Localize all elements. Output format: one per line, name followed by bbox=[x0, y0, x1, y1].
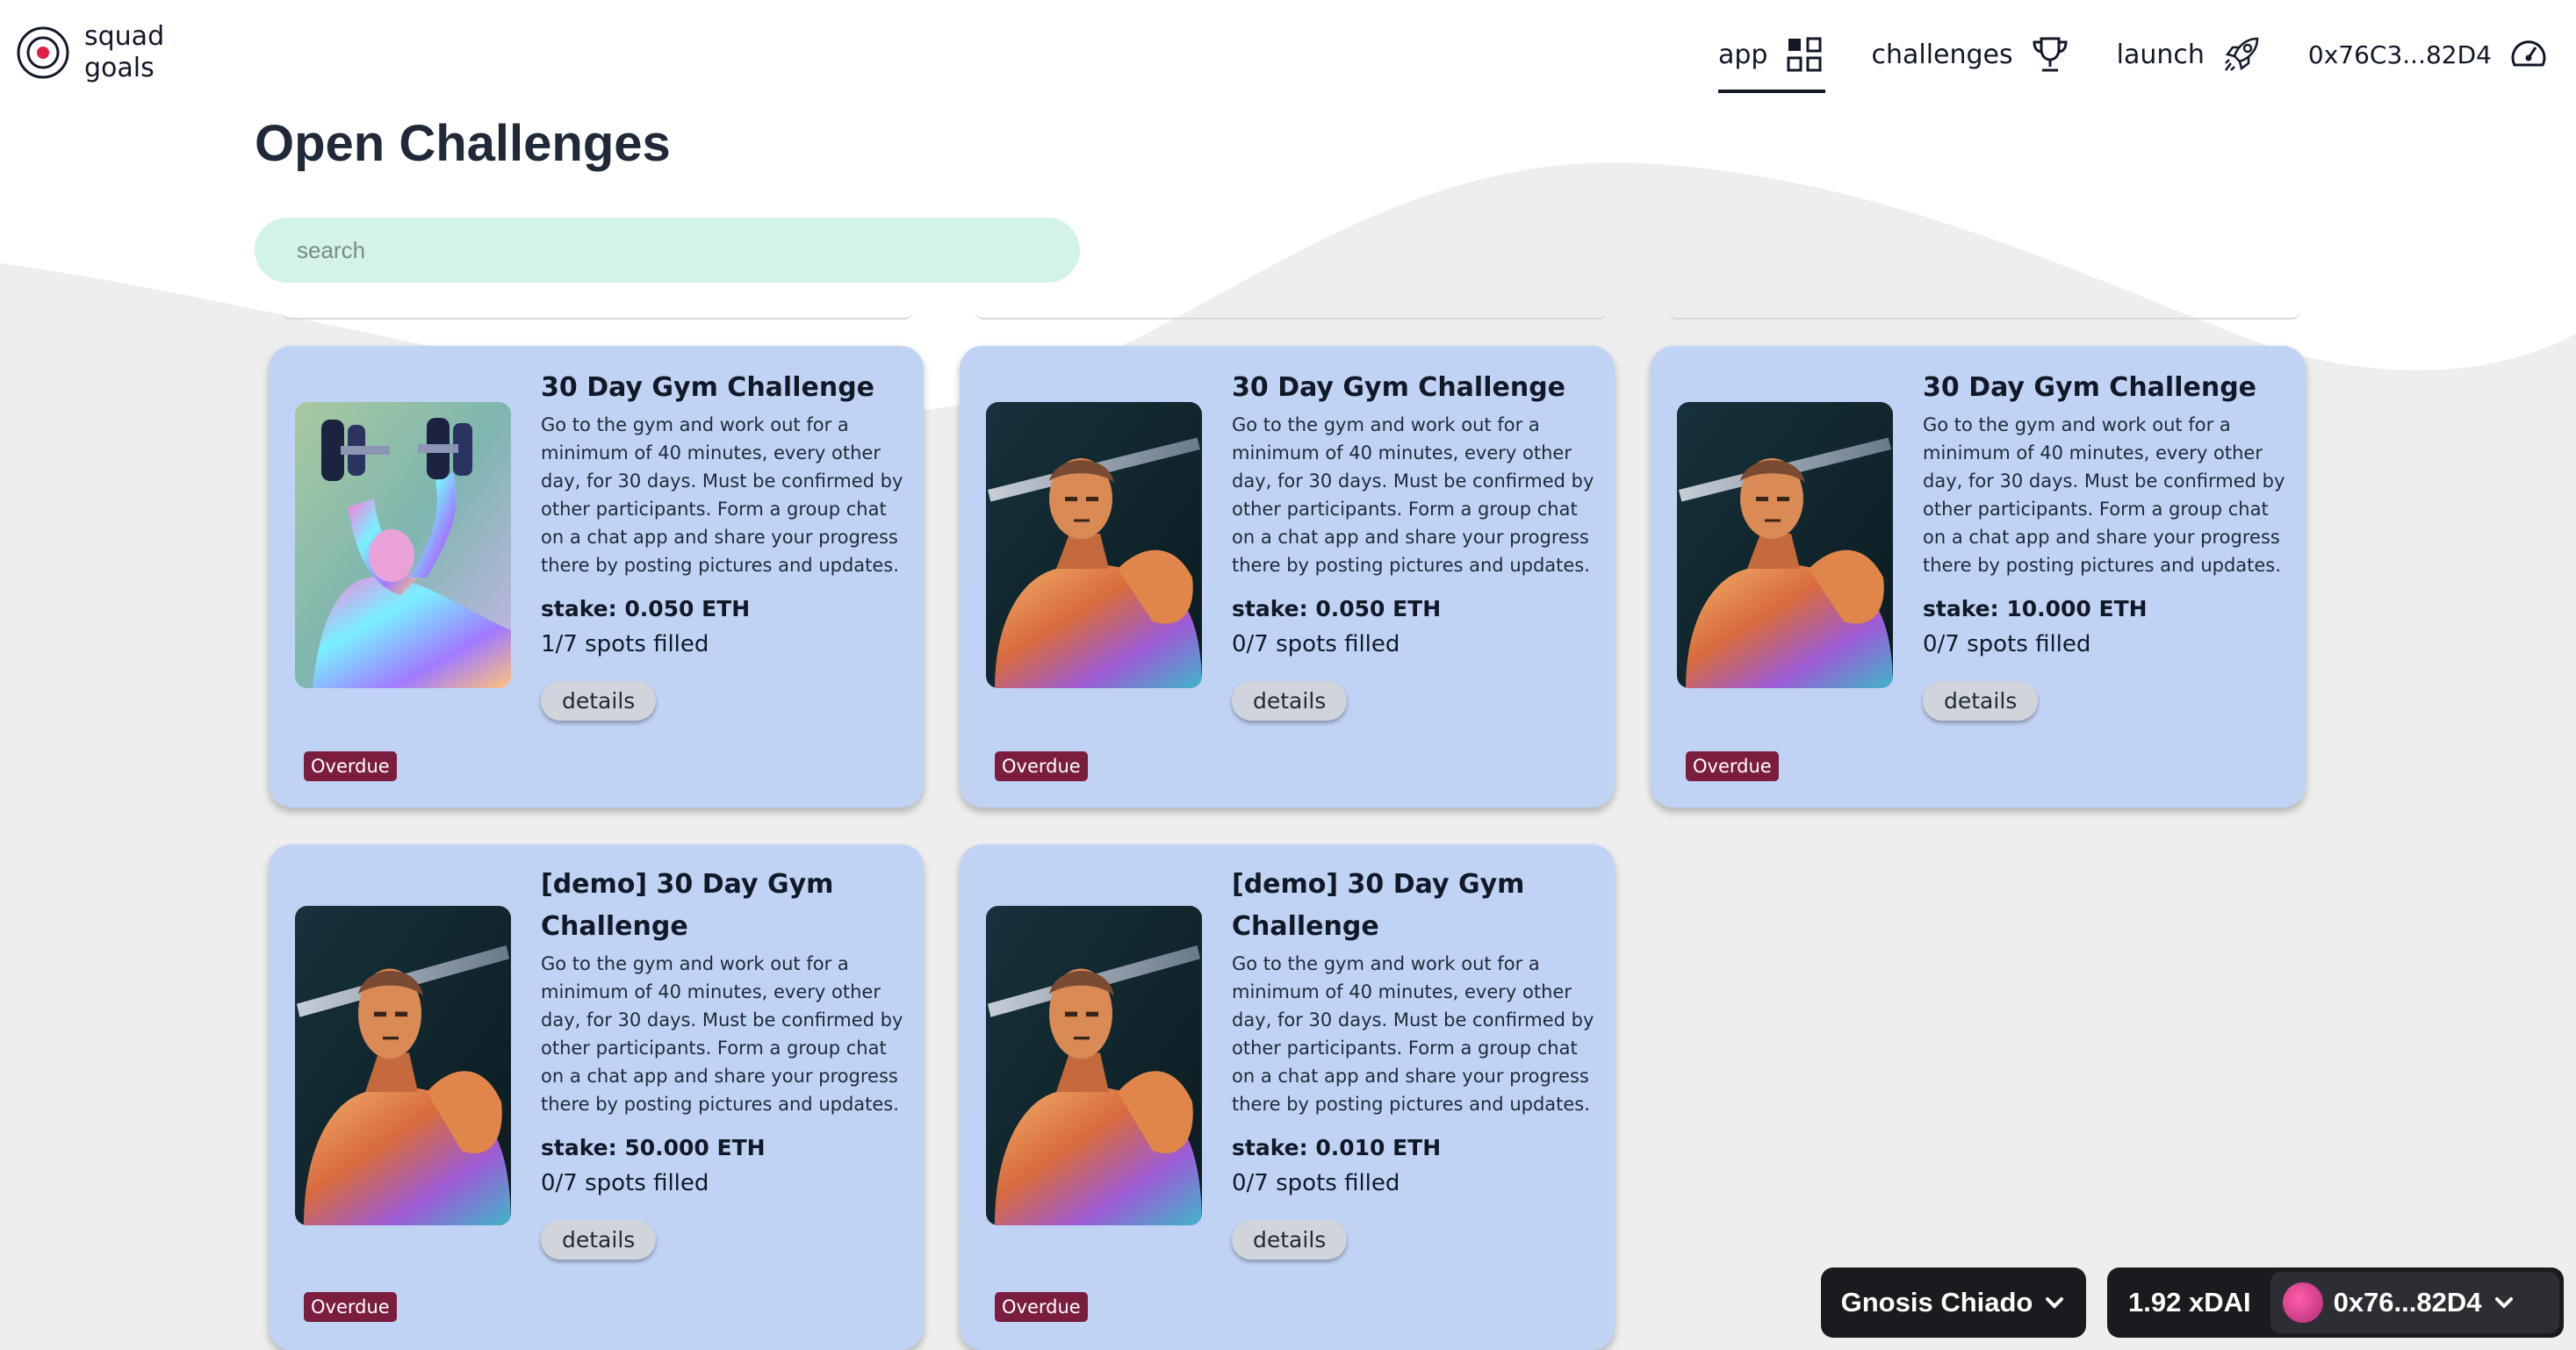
brand-name: squad goals bbox=[84, 21, 164, 84]
nav-launch[interactable]: launch bbox=[2117, 28, 2263, 81]
card-edge bbox=[975, 311, 1607, 320]
status-badge: Overdue bbox=[304, 751, 397, 781]
account-address: 0x76...82D4 bbox=[2333, 1287, 2482, 1318]
challenge-spots: 0/7 spots filled bbox=[1232, 631, 1400, 657]
account-selector[interactable]: 1.92 xDAI 0x76...82D4 bbox=[2107, 1267, 2564, 1338]
challenge-title: [demo] 30 Day Gym Challenge bbox=[541, 869, 834, 942]
nav-wallet-label: 0x76C3...82D4 bbox=[2307, 39, 2492, 69]
challenge-card: 30 Day Gym Challenge Go to the gym and w… bbox=[269, 346, 924, 808]
page-title: Open Challenges bbox=[255, 115, 671, 172]
status-badge: Overdue bbox=[304, 1292, 397, 1322]
challenge-stake: stake: 50.000 ETH bbox=[541, 1135, 766, 1160]
status-badge: Overdue bbox=[995, 751, 1088, 781]
network-name: Gnosis Chiado bbox=[1840, 1287, 2033, 1318]
details-button[interactable]: details bbox=[1232, 681, 1348, 721]
details-button[interactable]: details bbox=[1232, 1220, 1348, 1260]
challenge-title: 30 Day Gym Challenge bbox=[541, 372, 875, 403]
gauge-icon bbox=[2511, 40, 2546, 67]
avatar bbox=[2282, 1282, 2323, 1323]
challenge-stake: stake: 0.050 ETH bbox=[1232, 596, 1442, 621]
challenge-spots: 1/7 spots filled bbox=[541, 631, 709, 657]
challenge-spots: 0/7 spots filled bbox=[541, 1170, 709, 1196]
challenge-stake: stake: 10.000 ETH bbox=[1923, 596, 2148, 621]
challenge-image bbox=[986, 906, 1202, 1225]
challenge-description: Go to the gym and work out for a minimum… bbox=[1923, 414, 2285, 576]
challenge-card: 30 Day Gym Challenge Go to the gym and w… bbox=[1651, 346, 2306, 808]
challenge-image bbox=[295, 402, 511, 688]
search-input[interactable] bbox=[255, 218, 1080, 283]
challenge-stake: stake: 0.010 ETH bbox=[1232, 1135, 1442, 1160]
trophy-icon bbox=[2033, 37, 2068, 72]
account-balance: 1.92 xDAI bbox=[2128, 1287, 2251, 1318]
account-button[interactable]: 0x76...82D4 bbox=[2270, 1272, 2559, 1333]
challenge-title: 30 Day Gym Challenge bbox=[1923, 372, 2257, 403]
challenge-spots: 0/7 spots filled bbox=[1232, 1170, 1400, 1196]
details-button[interactable]: details bbox=[541, 681, 657, 721]
challenge-stake: stake: 0.050 ETH bbox=[541, 596, 751, 621]
challenge-title: 30 Day Gym Challenge bbox=[1232, 372, 1566, 403]
nav-launch-label: launch bbox=[2116, 39, 2205, 70]
status-badge: Overdue bbox=[995, 1292, 1088, 1322]
status-badge: Overdue bbox=[1686, 751, 1779, 781]
network-selector[interactable]: Gnosis Chiado bbox=[1821, 1267, 2086, 1338]
details-button[interactable]: details bbox=[1923, 681, 2039, 721]
top-nav: app challenges launch 0x76C3...82D4 bbox=[1717, 28, 2550, 93]
challenge-description: Go to the gym and work out for a minimum… bbox=[541, 414, 903, 576]
challenge-description: Go to the gym and work out for a minimum… bbox=[1232, 414, 1594, 576]
target-icon bbox=[17, 26, 69, 79]
details-button[interactable]: details bbox=[541, 1220, 657, 1260]
challenge-card: 30 Day Gym Challenge Go to the gym and w… bbox=[960, 346, 1615, 808]
brand-line1: squad bbox=[84, 21, 165, 52]
challenge-title: [demo] 30 Day Gym Challenge bbox=[1232, 869, 1525, 942]
challenge-description: Go to the gym and work out for a minimum… bbox=[1232, 953, 1594, 1115]
grid-icon bbox=[1787, 37, 1822, 72]
nav-app-label: app bbox=[1717, 39, 1768, 70]
challenge-card: [demo] 30 Day Gym Challenge Go to the gy… bbox=[269, 844, 924, 1350]
nav-challenges-label: challenges bbox=[1871, 39, 2013, 70]
card-edge bbox=[281, 311, 913, 320]
brand-logo[interactable]: squad goals bbox=[16, 21, 164, 84]
nav-app[interactable]: app bbox=[1717, 28, 1826, 93]
challenge-image bbox=[1677, 402, 1893, 688]
brand-line2: goals bbox=[84, 53, 155, 83]
chevron-down-icon bbox=[2494, 1297, 2513, 1309]
chevron-down-icon bbox=[2046, 1297, 2064, 1309]
challenge-spots: 0/7 spots filled bbox=[1923, 631, 2091, 657]
nav-challenges[interactable]: challenges bbox=[1871, 28, 2070, 81]
nav-wallet[interactable]: 0x76C3...82D4 bbox=[2308, 28, 2550, 81]
challenge-image bbox=[986, 402, 1202, 688]
card-edge bbox=[1668, 311, 2300, 320]
rocket-icon bbox=[2224, 37, 2259, 71]
challenge-image bbox=[295, 906, 511, 1225]
challenge-card: [demo] 30 Day Gym Challenge Go to the gy… bbox=[960, 844, 1615, 1350]
challenge-description: Go to the gym and work out for a minimum… bbox=[541, 953, 903, 1115]
